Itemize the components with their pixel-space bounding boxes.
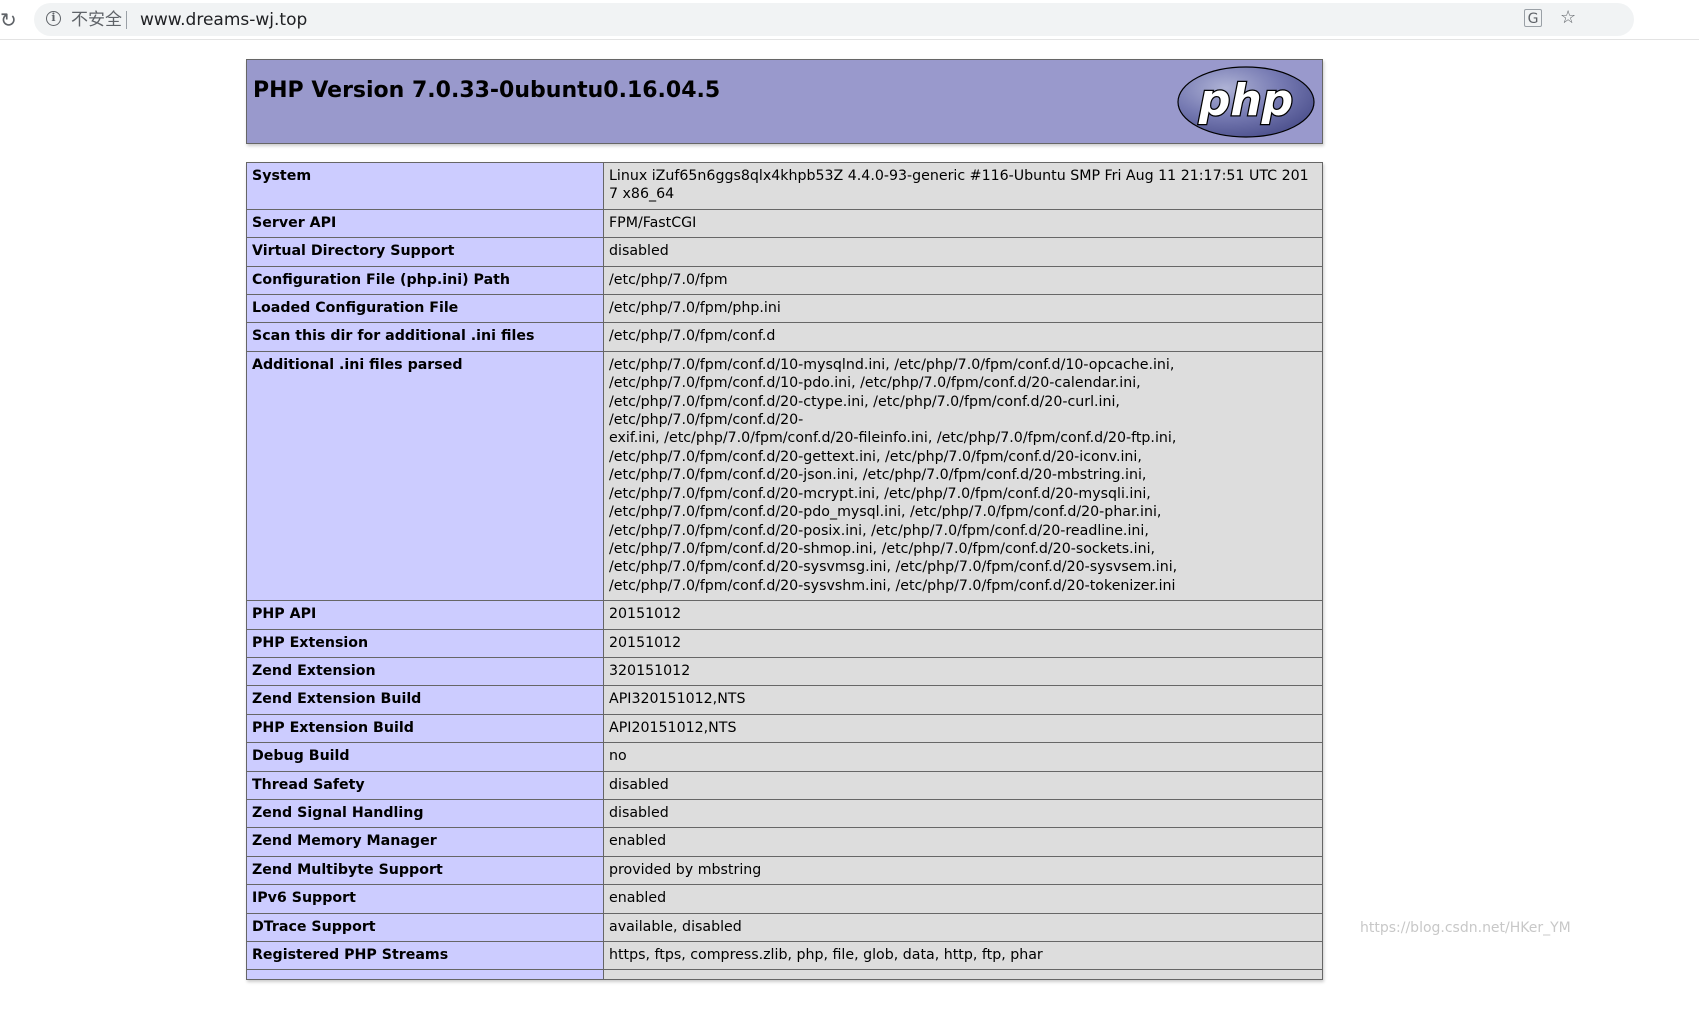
url-divider xyxy=(126,11,127,29)
table-row: System Linux iZuf65n6ggs8qlx4khpb53Z 4.4.… xyxy=(246,162,1323,210)
row-value: /etc/php/7.0/fpm xyxy=(603,265,1323,296)
table-row: Zend Extension Build API320151012,NTS xyxy=(246,685,1323,715)
row-value: /etc/php/7.0/fpm/php.ini xyxy=(603,294,1323,324)
row-key: DTrace Support xyxy=(246,912,604,943)
table-row xyxy=(246,969,1323,981)
php-logo[interactable]: php xyxy=(1176,65,1316,139)
row-value: disabled xyxy=(603,237,1323,267)
table-row: Zend Signal Handling disabled xyxy=(246,798,1323,829)
row-key: Zend Memory Manager xyxy=(246,827,604,857)
table-row: DTrace Support available, disabled xyxy=(246,912,1323,943)
page-title: PHP Version 7.0.33-0ubuntu0.16.04.5 xyxy=(253,78,721,103)
table-row: Zend Multibyte Support provided by mbstri… xyxy=(246,855,1323,886)
table-row: Server API FPM/FastCGI xyxy=(246,208,1323,239)
reload-icon[interactable]: ↻ xyxy=(0,6,18,34)
row-value: 20151012 xyxy=(603,628,1323,658)
row-key: Server API xyxy=(246,208,604,239)
table-row: Registered PHP Streams https, ftps, compr… xyxy=(246,940,1323,971)
row-value: 20151012 xyxy=(603,600,1323,630)
row-key: System xyxy=(246,162,604,210)
row-key: Loaded Configuration File xyxy=(246,294,604,324)
url-text[interactable]: www.dreams-wj.top xyxy=(140,9,307,31)
row-value: enabled xyxy=(603,884,1323,914)
row-value: enabled xyxy=(603,827,1323,857)
row-key: Zend Multibyte Support xyxy=(246,855,604,886)
row-value: 320151012 xyxy=(603,656,1323,687)
php-version-header: PHP Version 7.0.33-0ubuntu0.16.04.5 php xyxy=(246,59,1323,144)
browser-toolbar: ↻ i 不安全 www.dreams-wj.top G ☆ xyxy=(0,0,1699,40)
phpinfo-table: System Linux iZuf65n6ggs8qlx4khpb53Z 4.4.… xyxy=(246,162,1323,981)
table-row: Scan this dir for additional .ini files /… xyxy=(246,322,1323,352)
row-key xyxy=(246,969,604,981)
translate-icon[interactable]: G xyxy=(1524,9,1542,27)
table-row: Additional .ini files parsed/etc/php/7.0… xyxy=(246,350,1323,602)
row-value xyxy=(603,969,1323,981)
row-value: Linux iZuf65n6ggs8qlx4khpb53Z 4.4.0-93-g… xyxy=(603,162,1323,210)
row-key: Virtual Directory Support xyxy=(246,237,604,267)
table-row: PHP API 20151012 xyxy=(246,600,1323,630)
security-status-label[interactable]: 不安全 xyxy=(71,9,122,31)
row-value: provided by mbstring xyxy=(603,855,1323,886)
table-row: Loaded Configuration File/etc/php/7.0/fp… xyxy=(246,294,1323,324)
row-value: FPM/FastCGI xyxy=(603,208,1323,239)
phpinfo-content: PHP Version 7.0.33-0ubuntu0.16.04.5 php … xyxy=(246,59,1323,981)
table-row: Configuration File (php.ini) Path/etc/ph… xyxy=(246,265,1323,296)
row-value: /etc/php/7.0/fpm/conf.d xyxy=(603,322,1323,352)
info-icon[interactable]: i xyxy=(46,11,61,26)
row-value: API320151012,NTS xyxy=(603,685,1323,715)
row-value: available, disabled xyxy=(603,912,1323,943)
row-value: no xyxy=(603,742,1323,772)
row-key: Scan this dir for additional .ini files xyxy=(246,322,604,352)
row-value: disabled xyxy=(603,770,1323,800)
table-row: Zend Extension 320151012 xyxy=(246,656,1323,687)
table-row: IPv6 Support enabled xyxy=(246,884,1323,914)
row-key: Additional .ini files parsed xyxy=(246,350,604,602)
row-key: Thread Safety xyxy=(246,770,604,800)
table-row: Debug Build no xyxy=(246,742,1323,772)
php-logo-text: php xyxy=(1198,75,1293,126)
table-row: Zend Memory Manager enabled xyxy=(246,827,1323,857)
row-key: Debug Build xyxy=(246,742,604,772)
row-key: Zend Extension xyxy=(246,656,604,687)
row-key: PHP API xyxy=(246,600,604,630)
row-value: https, ftps, compress.zlib, php, file, g… xyxy=(603,940,1323,971)
row-key: PHP Extension xyxy=(246,628,604,658)
address-bar[interactable]: i 不安全 www.dreams-wj.top xyxy=(34,3,1634,36)
table-row: Virtual Directory Support disabled xyxy=(246,237,1323,267)
watermark: https://blog.csdn.net/HKer_YM xyxy=(1360,920,1571,936)
row-key: Zend Signal Handling xyxy=(246,798,604,829)
table-row: Thread Safety disabled xyxy=(246,770,1323,800)
row-key: Registered PHP Streams xyxy=(246,940,604,971)
row-value: /etc/php/7.0/fpm/conf.d/10-mysqlnd.ini, … xyxy=(603,350,1323,602)
star-icon[interactable]: ☆ xyxy=(1560,6,1576,30)
row-key: Configuration File (php.ini) Path xyxy=(246,265,604,296)
row-key: PHP Extension Build xyxy=(246,713,604,744)
table-row: PHP Extension Build API20151012,NTS xyxy=(246,713,1323,744)
row-value: disabled xyxy=(603,798,1323,829)
row-key: IPv6 Support xyxy=(246,884,604,914)
table-row: PHP Extension 20151012 xyxy=(246,628,1323,658)
row-value: API20151012,NTS xyxy=(603,713,1323,744)
row-key: Zend Extension Build xyxy=(246,685,604,715)
